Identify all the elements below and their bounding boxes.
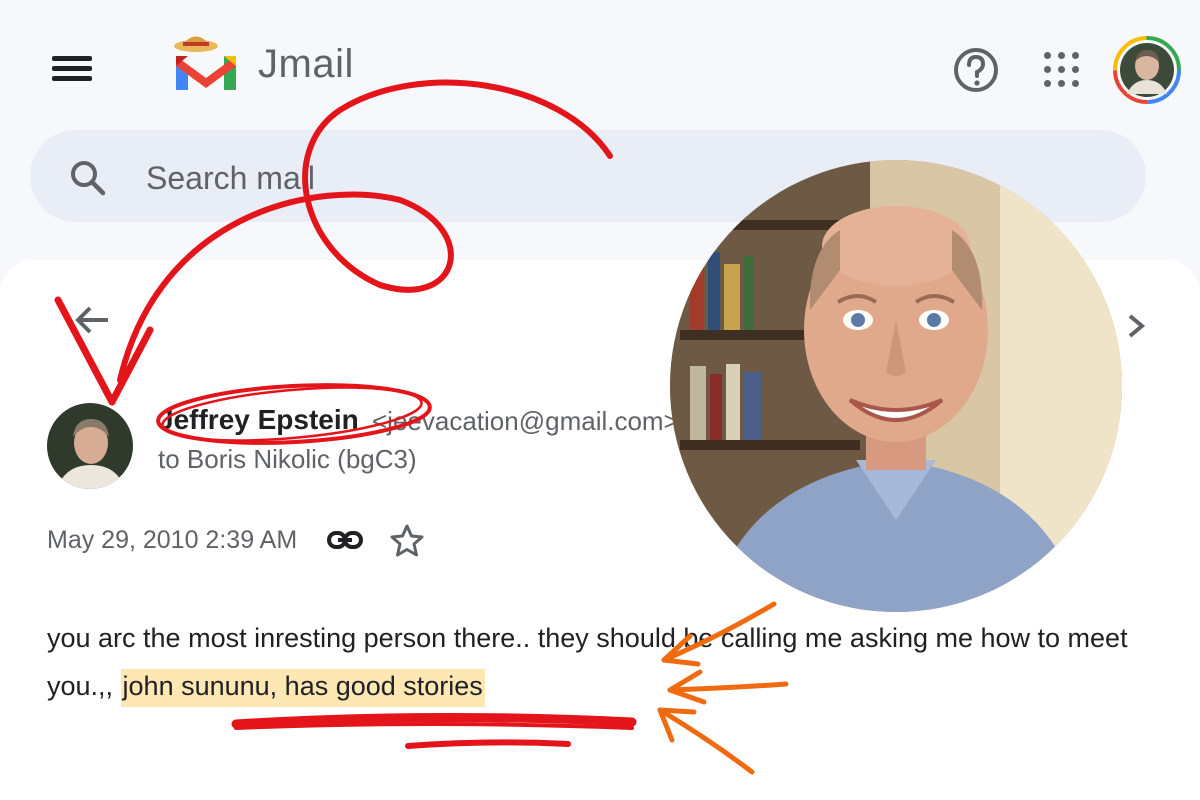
- search-icon: [71, 161, 106, 196]
- sender-name[interactable]: Jeffrey Epstein: [158, 404, 359, 436]
- recipient-line[interactable]: to Boris Nikolic (bgC3): [158, 444, 417, 475]
- hamburger-menu-icon[interactable]: [46, 46, 98, 92]
- sender-avatar[interactable]: [47, 403, 133, 489]
- highlighted-phrase: john sununu, has good stories: [120, 669, 485, 707]
- star-icon[interactable]: [388, 522, 426, 560]
- jmail-logo-icon: [174, 36, 236, 90]
- help-circle-icon[interactable]: [950, 44, 1002, 96]
- brand-name: Jmail: [258, 42, 354, 86]
- chevron-right-icon[interactable]: [1118, 308, 1154, 344]
- link-icon[interactable]: [326, 524, 364, 556]
- top-app-bar: Jmail: [0, 0, 1200, 120]
- apps-grid-icon[interactable]: [1036, 44, 1088, 96]
- message-body: you arc the most inresting person there.…: [47, 614, 1167, 710]
- search-input[interactable]: Search mail: [146, 160, 315, 197]
- message-date: May 29, 2010 2:39 AM: [47, 526, 298, 554]
- portrait-photo: [670, 160, 1122, 612]
- back-arrow-icon[interactable]: [72, 300, 112, 340]
- sender-email: <jeevacation@gmail.com>: [372, 406, 679, 436]
- account-avatar[interactable]: [1113, 36, 1181, 104]
